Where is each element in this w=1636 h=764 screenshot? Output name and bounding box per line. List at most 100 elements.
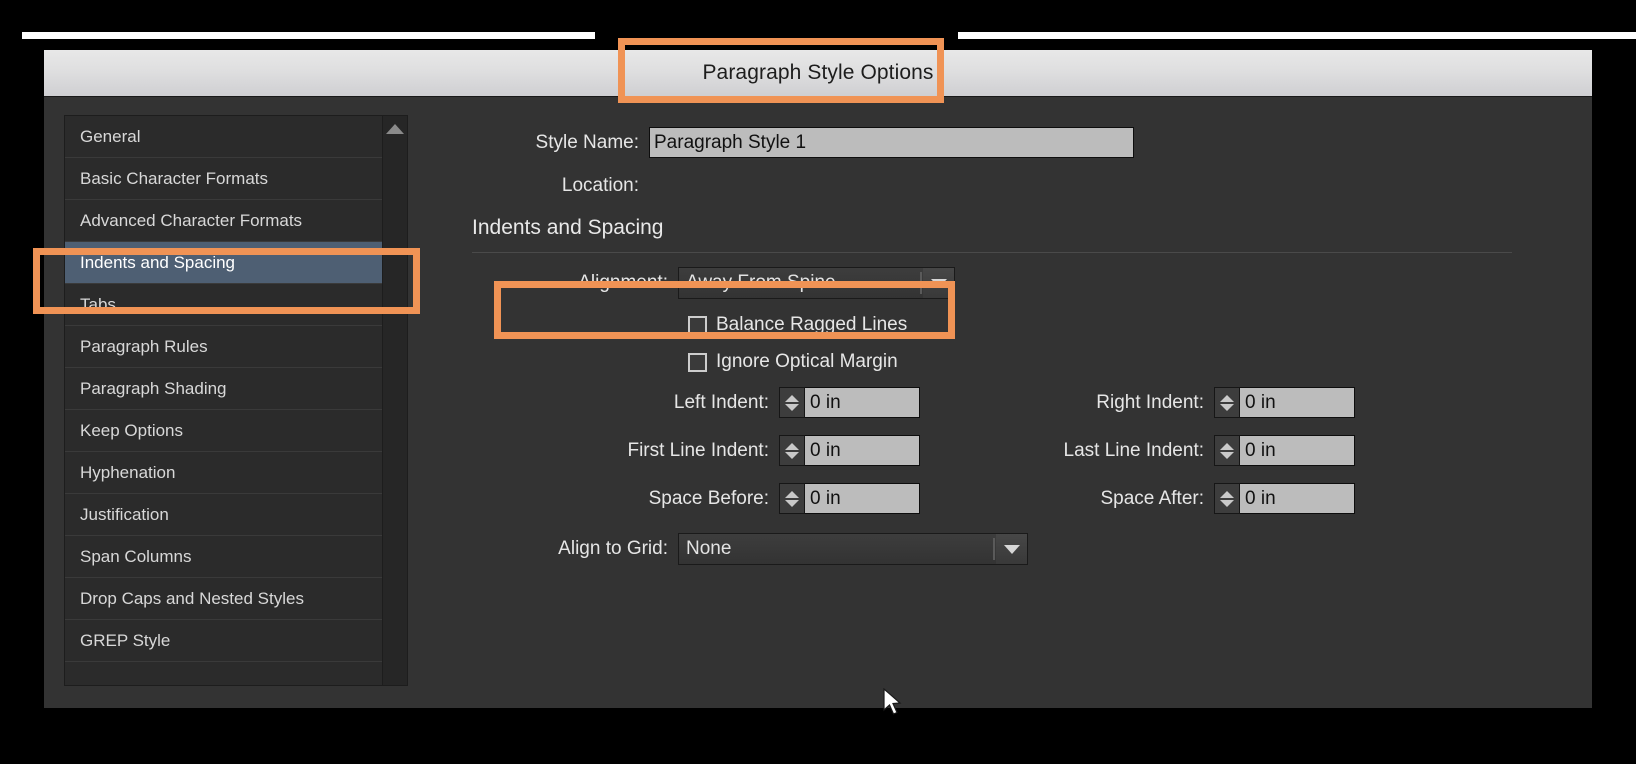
last-line-indent-field: [1214, 435, 1414, 466]
sidebar-item-label: Paragraph Rules: [80, 337, 208, 356]
category-list-scrollbar[interactable]: [382, 116, 407, 685]
desktop-strip-left: [22, 32, 595, 39]
triangle-up-icon[interactable]: [1220, 395, 1234, 402]
triangle-up-icon[interactable]: [386, 124, 404, 134]
triangle-down-icon[interactable]: [1220, 500, 1234, 507]
sidebar-item-indents-and-spacing[interactable]: Indents and Spacing: [65, 242, 407, 284]
space-before-input[interactable]: [805, 483, 920, 514]
section-heading: Indents and Spacing: [472, 216, 1592, 240]
triangle-down-icon[interactable]: [1220, 404, 1234, 411]
sidebar-item-label: Tabs: [80, 295, 116, 314]
chevron-down-icon[interactable]: [996, 534, 1027, 564]
left-indent-stepper[interactable]: [779, 387, 805, 418]
sidebar-item-label: Hyphenation: [80, 463, 175, 482]
sidebar-item-basic-character-formats[interactable]: Basic Character Formats: [65, 158, 407, 200]
dialog-title: Paragraph Style Options: [702, 61, 933, 85]
first-line-indent-stepper[interactable]: [779, 435, 805, 466]
options-pane: Style Name: Location: Indents and Spacin…: [424, 97, 1592, 707]
sidebar-item-advanced-character-formats[interactable]: Advanced Character Formats: [65, 200, 407, 242]
sidebar-item-hyphenation[interactable]: Hyphenation: [65, 452, 407, 494]
last-line-indent-stepper[interactable]: [1214, 435, 1240, 466]
left-indent-input[interactable]: [805, 387, 920, 418]
triangle-down-icon[interactable]: [785, 500, 799, 507]
sidebar-item-span-columns[interactable]: Span Columns: [65, 536, 407, 578]
sidebar-item-grep-style[interactable]: GREP Style: [65, 620, 407, 662]
sidebar-item-label: Drop Caps and Nested Styles: [80, 589, 304, 608]
ignore-optical-margin-checkbox[interactable]: [688, 353, 707, 372]
sidebar-item-label: Basic Character Formats: [80, 169, 268, 188]
first-line-indent-input[interactable]: [805, 435, 920, 466]
balance-ragged-lines-checkbox[interactable]: [688, 316, 707, 335]
space-before-label: Space Before:: [424, 488, 779, 510]
space-after-input[interactable]: [1240, 483, 1355, 514]
dialog-titlebar: Paragraph Style Options: [44, 50, 1592, 97]
sidebar-item-label: Advanced Character Formats: [80, 211, 302, 230]
align-to-grid-dropdown[interactable]: None: [678, 533, 1028, 565]
alignment-row: Alignment: Away From Spine: [424, 267, 1592, 299]
category-list: General Basic Character Formats Advanced…: [64, 115, 408, 686]
section-divider: [472, 252, 1512, 253]
align-to-grid-row: Align to Grid: None: [424, 533, 1592, 565]
dialog-body: General Basic Character Formats Advanced…: [44, 97, 1592, 707]
space-before-stepper[interactable]: [779, 483, 805, 514]
sidebar-item-label: GREP Style: [80, 631, 170, 650]
last-line-indent-label: Last Line Indent:: [969, 440, 1214, 462]
right-indent-input[interactable]: [1240, 387, 1355, 418]
triangle-down-icon[interactable]: [1220, 452, 1234, 459]
right-indent-label: Right Indent:: [969, 392, 1214, 414]
sidebar-item-label: Span Columns: [80, 547, 192, 566]
chevron-down-icon[interactable]: [923, 268, 954, 298]
alignment-label: Alignment:: [424, 272, 678, 294]
desktop-strip-right: [958, 32, 1636, 39]
triangle-down-icon[interactable]: [785, 452, 799, 459]
ignore-optical-margin-row[interactable]: Ignore Optical Margin: [688, 351, 1592, 373]
sidebar-item-paragraph-shading[interactable]: Paragraph Shading: [65, 368, 407, 410]
combo-separator: [920, 272, 922, 294]
space-after-field: [1214, 483, 1414, 514]
style-name-input[interactable]: [649, 127, 1134, 158]
combo-separator: [993, 538, 995, 560]
sidebar-item-label: Indents and Spacing: [80, 253, 235, 272]
mouse-pointer-icon: [882, 688, 904, 718]
balance-ragged-lines-row[interactable]: Balance Ragged Lines: [688, 314, 1592, 336]
space-after-label: Space After:: [969, 488, 1214, 510]
space-before-field: [779, 483, 969, 514]
sidebar-item-label: Justification: [80, 505, 169, 524]
sidebar-item-justification[interactable]: Justification: [65, 494, 407, 536]
style-name-row: Style Name:: [424, 127, 1592, 158]
triangle-up-icon[interactable]: [1220, 443, 1234, 450]
indent-spacing-grid: Left Indent: Right Indent: Fi: [424, 387, 1592, 514]
align-to-grid-value: None: [679, 538, 731, 560]
alignment-dropdown[interactable]: Away From Spine: [678, 267, 955, 299]
alignment-value: Away From Spine: [679, 272, 836, 294]
triangle-up-icon[interactable]: [785, 395, 799, 402]
last-line-indent-input[interactable]: [1240, 435, 1355, 466]
sidebar-item-tabs[interactable]: Tabs: [65, 284, 407, 326]
location-label: Location:: [424, 175, 649, 197]
left-indent-field: [779, 387, 969, 418]
sidebar-item-label: Paragraph Shading: [80, 379, 227, 398]
sidebar-item-keep-options[interactable]: Keep Options: [65, 410, 407, 452]
ignore-optical-margin-label: Ignore Optical Margin: [716, 351, 898, 373]
style-name-label: Style Name:: [424, 132, 649, 154]
right-indent-stepper[interactable]: [1214, 387, 1240, 418]
category-list-items: General Basic Character Formats Advanced…: [65, 116, 407, 662]
triangle-down-icon[interactable]: [785, 404, 799, 411]
paragraph-style-options-dialog: Paragraph Style Options General Basic Ch…: [44, 50, 1592, 708]
triangle-up-icon[interactable]: [1220, 491, 1234, 498]
triangle-up-icon[interactable]: [785, 443, 799, 450]
first-line-indent-label: First Line Indent:: [424, 440, 779, 462]
triangle-up-icon[interactable]: [785, 491, 799, 498]
sidebar-item-paragraph-rules[interactable]: Paragraph Rules: [65, 326, 407, 368]
sidebar-item-general[interactable]: General: [65, 116, 407, 158]
sidebar-item-label: Keep Options: [80, 421, 183, 440]
sidebar-item-drop-caps-and-nested-styles[interactable]: Drop Caps and Nested Styles: [65, 578, 407, 620]
first-line-indent-field: [779, 435, 969, 466]
align-to-grid-label: Align to Grid:: [424, 538, 678, 560]
sidebar-item-label: General: [80, 127, 140, 146]
location-row: Location:: [424, 175, 1592, 197]
space-after-stepper[interactable]: [1214, 483, 1240, 514]
left-indent-label: Left Indent:: [424, 392, 779, 414]
right-indent-field: [1214, 387, 1414, 418]
balance-ragged-lines-label: Balance Ragged Lines: [716, 314, 907, 336]
